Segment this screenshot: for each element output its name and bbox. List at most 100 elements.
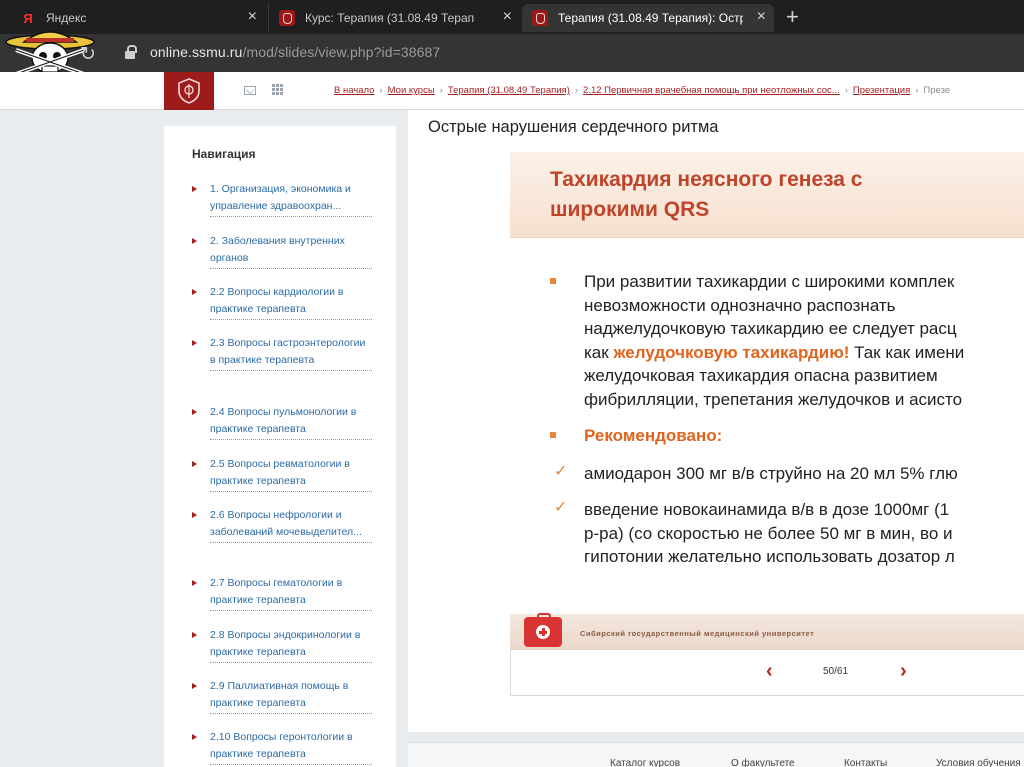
nav-item-label[interactable]: 2.5 Вопросы ревматологии в практике тера… [210, 456, 372, 492]
nav-item[interactable]: 2.4 Вопросы пульмонологии в практике тер… [192, 404, 372, 440]
breadcrumb-separator: › [915, 85, 919, 96]
first-aid-kit-icon [524, 613, 562, 647]
next-slide-chevron-icon[interactable]: › [900, 660, 907, 683]
tab-course[interactable]: Курс: Терапия (31.08.49 Терапия) × [268, 4, 520, 32]
slide-text-line: При развитии тахикардии с широкими компл… [584, 272, 955, 291]
breadcrumb-course[interactable]: Терапия (31.08.49 Терапия) [448, 85, 570, 96]
nav-item-label[interactable]: 2.3 Вопросы гастроэнтерологии в практике… [210, 335, 372, 371]
breadcrumb: В начало › Мои курсы › Терапия (31.08.49 Тер… [334, 85, 1024, 99]
url-field[interactable]: online.ssmu.ru/mod/slides/view.php?id=38… [150, 44, 440, 60]
footer-link-about[interactable]: О факультете [731, 758, 795, 767]
slide-text-line: невозможности однозначно распознать [584, 295, 896, 315]
page-title: Острые нарушения сердечного ритма [428, 118, 719, 136]
nav-item[interactable]: 2.8 Вопросы эндокринологии в практике те… [192, 627, 372, 663]
close-tab-icon[interactable]: × [757, 9, 766, 25]
nav-item-label[interactable]: 2.9 Паллиативная помощь в практике терап… [210, 678, 372, 714]
slide-text-line: наджелудочковую тахикардию ее следует ра… [584, 319, 957, 338]
slide-pager: ‹ 50/61 › [510, 652, 1024, 692]
tab-title: Курс: Терапия (31.08.49 Терапия) [305, 11, 475, 25]
slide-text: Так как имени [849, 342, 965, 362]
breadcrumb-separator: › [379, 85, 383, 96]
breadcrumb-separator: › [574, 85, 579, 96]
slide-text: как [584, 342, 614, 362]
nav-item-label[interactable]: 2.6 Вопросы нефрологии и заболеваний моч… [210, 507, 372, 543]
medical-cross-icon [536, 625, 550, 639]
crest-icon [178, 78, 200, 104]
navigation-title: Навигация [192, 147, 256, 161]
breadcrumb-separator: › [439, 85, 443, 96]
url-host: online.ssmu.ru [150, 44, 243, 60]
breadcrumb-home[interactable]: В начало [334, 85, 374, 96]
navigation-block: Навигация 1. Организация, экономика и уп… [164, 126, 396, 767]
nav-item[interactable]: 2.9 Паллиативная помощь в практике терап… [192, 678, 372, 714]
bullet-icon [192, 186, 197, 192]
new-tab-icon[interactable]: + [786, 6, 799, 28]
nav-item[interactable]: 2.6 Вопросы нефрологии и заболеваний моч… [192, 507, 372, 543]
nav-item[interactable]: 2.7 Вопросы гематологии в практике терап… [192, 575, 372, 611]
breadcrumb-my-courses[interactable]: Мои курсы [388, 85, 435, 96]
slide-text-line: введение новокаинамида в/в в дозе 1000мг… [584, 500, 950, 519]
slide-text-line: гипотонии желательно использовать дозато… [584, 547, 955, 566]
nav-item[interactable]: 2.5 Вопросы ревматологии в практике тера… [192, 456, 372, 492]
bullet-icon [192, 409, 197, 415]
tab-title: Терапия (31.08.49 Терапия): Остр [558, 11, 743, 25]
nav-item[interactable]: 2.2 Вопросы кардиологии в практике терап… [192, 284, 372, 320]
previous-slide-chevron-icon[interactable]: ‹ [766, 660, 773, 683]
bullet-icon [192, 512, 197, 518]
breadcrumb-current: Презе [923, 85, 951, 96]
breadcrumb-section[interactable]: 2.12 Первичная врачебная помощь при неот… [583, 85, 840, 96]
nav-item[interactable]: 2. Заболевания внутренних органов [192, 233, 372, 269]
close-tab-icon[interactable]: × [503, 9, 512, 25]
footer-link-contacts[interactable]: Контакты [844, 758, 887, 767]
slide-text-line: фибрилляции, трепетания желудочков и аси… [584, 389, 963, 409]
yandex-icon: Я [23, 10, 33, 26]
nav-item-label[interactable]: 2.4 Вопросы пульмонологии в практике тер… [210, 404, 372, 440]
nav-item-label[interactable]: 2.8 Вопросы эндокринологии в практике те… [210, 627, 372, 663]
university-logo[interactable] [164, 72, 214, 110]
bullet-icon [192, 683, 197, 689]
bullet-square-icon [550, 432, 556, 438]
university-name: Сибирский государственный медицинский ун… [580, 629, 815, 638]
nav-item[interactable]: 2.10 Вопросы геронтологии в практике тер… [192, 729, 372, 765]
slide-title-line: широкими QRS [550, 198, 710, 221]
reload-icon[interactable]: ↻ [80, 43, 96, 66]
slide-title: Тахикардия неясного генеза с широкими QR… [550, 165, 990, 225]
browser-tab-bar: Я Яндекс × Курс: Терапия (31.08.49 Терап… [0, 0, 1024, 34]
mail-icon[interactable] [244, 86, 256, 95]
breadcrumb-separator: › [844, 85, 848, 96]
grid-menu-icon[interactable] [272, 84, 283, 95]
tab-title: Яндекс [46, 11, 87, 25]
footer-link-catalog[interactable]: Каталог курсов [610, 758, 680, 767]
site-footer: Каталог курсов О факультете Контакты Усл… [408, 742, 1024, 767]
checkmark-icon: ✓ [554, 499, 568, 516]
nav-item-label[interactable]: 1. Организация, экономика и управление з… [210, 181, 372, 217]
bullet-icon [192, 238, 197, 244]
slide-text-line: желудочковая тахикардия опасна развитием [584, 366, 938, 385]
slide-counter: 50/61 [823, 666, 849, 677]
nav-item[interactable]: 2.3 Вопросы гастроэнтерологии в практике… [192, 335, 372, 371]
nav-item-label[interactable]: 2.2 Вопросы кардиологии в практике терап… [210, 284, 372, 320]
bullet-icon [192, 580, 197, 586]
nav-item[interactable]: 1. Организация, экономика и управление з… [192, 181, 372, 217]
nav-item-label[interactable]: 2. Заболевания внутренних органов [210, 233, 372, 269]
tab-active-presentation[interactable]: Терапия (31.08.49 Терапия): Остр × [522, 4, 774, 32]
slide-text-line: амиодарон 300 мг в/в струйно на 20 мл 5%… [584, 464, 958, 483]
breadcrumb-presentation[interactable]: Презентация [853, 85, 910, 96]
slide-text-line: как желудочковую тахикардию! Так как име… [584, 341, 964, 365]
bullet-icon [192, 289, 197, 295]
site-favicon-icon [279, 10, 295, 26]
footer-link-terms[interactable]: Условия обучения [936, 758, 1021, 767]
bullet-icon [192, 340, 197, 346]
slide-title-line: Тахикардия неясного генеза с [550, 168, 863, 191]
presentation-slide: Тахикардия неясного генеза с широкими QR… [510, 152, 1024, 650]
bullet-icon [192, 632, 197, 638]
nav-item-label[interactable]: 2.10 Вопросы геронтологии в практике тер… [210, 729, 372, 765]
nav-item-label[interactable]: 2.7 Вопросы гематологии в практике терап… [210, 575, 372, 611]
lock-icon[interactable] [125, 45, 137, 59]
slide-text-line: р-ра) (со скоростью не более 50 мг в мин… [584, 523, 953, 543]
bullet-square-icon [550, 278, 556, 284]
close-tab-icon[interactable]: × [248, 9, 257, 25]
site-favicon-icon [532, 10, 548, 26]
site-header: В начало › Мои курсы › Терапия (31.08.49 Тер… [0, 72, 1024, 110]
checkmark-icon: ✓ [554, 463, 568, 480]
